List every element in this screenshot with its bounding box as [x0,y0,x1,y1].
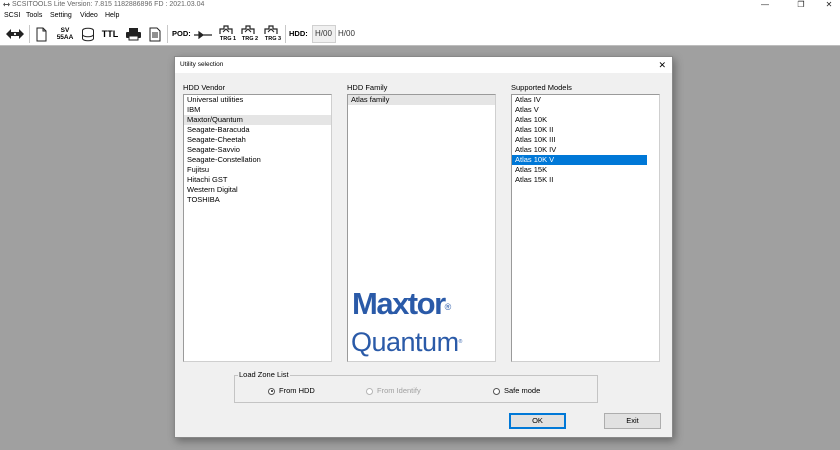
database-button[interactable] [79,24,97,44]
vendor-item[interactable]: Fujitsu [184,165,331,175]
pod-button[interactable] [192,24,214,44]
connect-button[interactable] [4,24,26,44]
model-item[interactable]: Atlas 10K III [512,135,659,145]
model-item[interactable]: Atlas 10K II [512,125,659,135]
from-hdd-label: From HDD [279,386,315,395]
hdd-value: H/00 [338,29,355,38]
utility-selection-dialog: Utility selection ✕ HDD Vendor HDD Famil… [174,56,673,438]
exit-button[interactable]: Exit [604,413,661,429]
hdd-selector[interactable]: H/00 [312,25,336,43]
database-icon [82,27,94,41]
vendor-item-selected[interactable]: Maxtor/Quantum [184,115,331,125]
toolbar: SV 55AA TTL POD: TRG 1 TRG 2 TRG 3 HDD: … [0,22,840,46]
maxtor-logo-text: Maxtor [352,286,446,321]
radio-unchecked-icon [366,387,373,395]
quantum-logo: Quantum® [351,327,495,357]
menu-scsi[interactable]: SCSI [4,10,20,22]
trg3-button[interactable]: TRG 3 [263,24,283,44]
new-document-button[interactable] [34,24,48,44]
ttl-button[interactable]: TTL [99,24,121,44]
trg1-icon [219,25,233,34]
model-item[interactable]: Atlas 10K [512,115,659,125]
dialog-close-button[interactable]: ✕ [658,57,666,73]
dialog-title: Utility selection [180,61,224,68]
maximize-button[interactable]: ❐ [790,0,812,10]
maxtor-logo: Maxtor® [352,288,492,320]
vendor-item[interactable]: Western Digital [184,185,331,195]
dialog-title-bar: Utility selection ✕ [175,57,672,73]
quantum-registered-mark: ® [458,339,463,345]
probe-icon [194,30,212,39]
safe-mode-radio[interactable]: Safe mode [493,386,540,396]
minimize-button[interactable]: — [754,0,776,10]
menu-tools[interactable]: Tools [26,10,42,22]
window-title: SCSITOOLS Lite Version: 7.815 1182886896… [12,1,205,8]
menu-help[interactable]: Help [105,10,119,22]
hdd-vendor-label: HDD Vendor [183,83,226,92]
supported-models-label: Supported Models [511,83,572,92]
trg1-button[interactable]: TRG 1 [218,24,238,44]
quantum-logo-text: Quantum [351,327,459,357]
load-zone-list-legend: Load Zone List [238,370,290,380]
trg3-label: TRG 3 [264,36,282,42]
document-icon [36,27,46,41]
radio-checked-icon [268,387,275,395]
print-button[interactable] [123,24,143,44]
family-item-selected[interactable]: Atlas family [348,95,495,105]
model-item[interactable]: Atlas IV [512,95,659,105]
vendor-item[interactable]: IBM [184,105,331,115]
sv-label: SV [60,27,70,34]
vendor-item[interactable]: Seagate-Savvio [184,145,331,155]
supported-models-list[interactable]: Atlas IV Atlas V Atlas 10K Atlas 10K II … [511,94,660,362]
load-zone-list-group: Load Zone List From HDD From Identify Sa… [234,370,598,403]
ok-button[interactable]: OK [509,413,566,429]
report-button[interactable] [147,24,163,44]
from-hdd-radio[interactable]: From HDD [268,386,315,396]
toolbar-separator [285,25,286,43]
vendor-item[interactable]: TOSHIBA [184,195,331,205]
vendor-item[interactable]: Seagate-Cheetah [184,135,331,145]
menu-setting[interactable]: Setting [50,10,72,22]
radio-unchecked-icon [493,387,500,395]
model-item[interactable]: Atlas 15K [512,165,659,175]
menu-bar: SCSI Tools Setting Video Help [0,10,840,22]
from-identify-label: From Identify [377,386,421,395]
from-identify-radio[interactable]: From Identify [366,386,421,396]
model-item[interactable]: Atlas 15K II [512,175,659,185]
sv-55aa-button[interactable]: SV 55AA [54,24,76,44]
hdd-label: HDD: [289,29,308,38]
vendor-item[interactable]: Universal utilities [184,95,331,105]
hdd-vendor-list[interactable]: Universal utilities IBM Maxtor/Quantum S… [183,94,332,362]
trg3-icon [264,25,278,34]
report-icon [149,27,161,41]
hdd-family-list[interactable]: Atlas family Maxtor® Quantum® [347,94,496,362]
title-bar: SCSITOOLS Lite Version: 7.815 1182886896… [0,0,840,10]
app-icon [3,2,10,7]
hdd-family-label: HDD Family [347,83,388,92]
vendor-item[interactable]: Seagate-Constellation [184,155,331,165]
trg2-label: TRG 2 [241,36,259,42]
menu-video[interactable]: Video [80,10,98,22]
close-window-button[interactable]: ✕ [818,0,840,10]
model-item[interactable]: Atlas 10K IV [512,145,659,155]
printer-icon [125,28,141,41]
maxtor-registered-mark: ® [444,302,452,312]
toolbar-separator [167,25,168,43]
trg1-label: TRG 1 [219,36,237,42]
connect-icon [6,29,24,39]
vendor-item[interactable]: Hitachi GST [184,175,331,185]
trg2-icon [241,25,255,34]
sv-55aa-label: 55AA [56,34,74,41]
toolbar-separator [29,25,30,43]
trg2-button[interactable]: TRG 2 [240,24,260,44]
safe-mode-label: Safe mode [504,386,541,395]
pod-label: POD: [172,29,191,38]
model-item-selected[interactable]: Atlas 10K V [512,155,647,165]
vendor-item[interactable]: Seagate-Baracuda [184,125,331,135]
model-item[interactable]: Atlas V [512,105,659,115]
